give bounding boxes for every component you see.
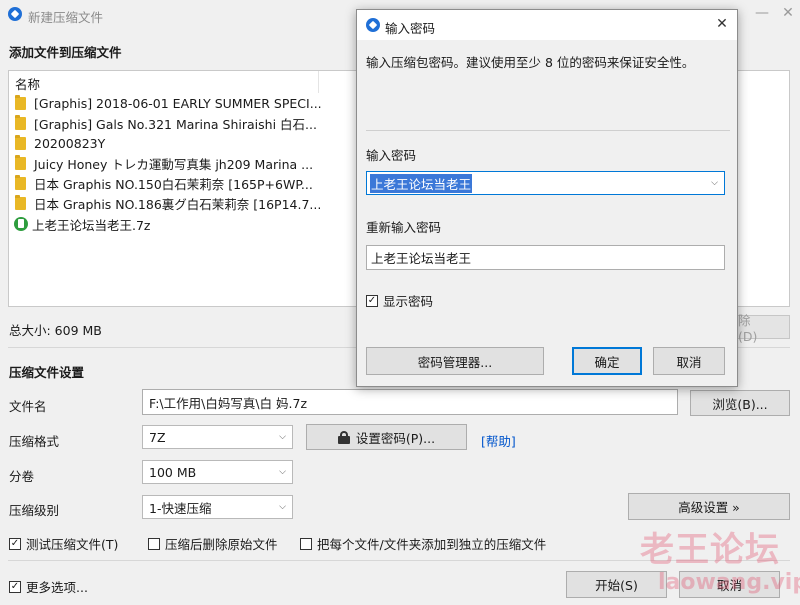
browse-button[interactable]: 浏览(B)... (690, 390, 790, 416)
watermark-title: 老王论坛 (640, 530, 780, 570)
more-options-label: 更多选项... (26, 580, 88, 595)
folder-icon (15, 134, 26, 150)
close-dialog-icon[interactable]: ✕ (712, 16, 732, 32)
filename-input[interactable]: F:\工作用\白妈写真\白 妈.7z (142, 389, 678, 415)
app-logo-icon (366, 18, 380, 32)
list-item-label: 日本 Graphis NO.186裏グ白石茉莉奈 [16P14.7... (34, 196, 322, 212)
list-item[interactable]: 日本 Graphis NO.186裏グ白石茉莉奈 [16P14.7... (15, 193, 321, 213)
list-item-label: [Graphis] 2018-06-01 EARLY SUMMER SPECI.… (34, 95, 322, 111)
checkbox-checked-icon: ✓ (9, 580, 21, 593)
checkbox-unchecked-icon (300, 537, 312, 550)
column-header-name[interactable]: 名称 (9, 71, 319, 93)
chevron-down-icon: ⌵ (279, 502, 286, 512)
add-files-heading: 添加文件到压缩文件 (9, 45, 122, 60)
dialog-title-bar: 输入密码 ✕ (357, 10, 737, 40)
chevron-down-icon[interactable]: ⌵ (711, 178, 718, 188)
app-logo-icon (8, 7, 22, 21)
format-select[interactable]: 7Z ⌵ (142, 425, 293, 449)
level-select-value: 1-快速压缩 (149, 500, 212, 516)
confirm-password-input[interactable]: 上老王论坛当老王 (366, 245, 725, 270)
ok-button[interactable]: 确定 (572, 347, 642, 375)
delete-button[interactable]: 除(D) (737, 313, 790, 344)
filename-label: 文件名 (9, 399, 47, 414)
split-select-value: 100 MB (149, 464, 197, 480)
folder-icon (15, 94, 26, 110)
total-size: 总大小: 609 MB (9, 323, 102, 338)
list-item-label: 20200823Y (34, 135, 106, 151)
split-select[interactable]: 100 MB ⌵ (142, 460, 293, 484)
minimize-icon[interactable]: — (752, 5, 772, 21)
dialog-description: 输入压缩包密码。建议使用至少 8 位的密码来保证安全性。 (366, 55, 695, 70)
delete-source-label: 压缩后删除原始文件 (165, 537, 278, 552)
dialog-divider (366, 130, 730, 131)
list-item-label: 日本 Graphis NO.150白石茉莉奈 [165P+6WP... (34, 176, 313, 192)
chevron-down-icon: ⌵ (279, 467, 286, 477)
help-link[interactable]: [帮助] (481, 431, 516, 450)
list-item-label: 上老王论坛当老王.7z (32, 217, 151, 233)
level-select[interactable]: 1-快速压缩 ⌵ (142, 495, 293, 519)
password-input-value: 上老王论坛当老王 (370, 173, 473, 193)
folder-icon (15, 154, 26, 170)
advanced-settings-button[interactable]: 高级设置 » (628, 493, 790, 520)
checkbox-unchecked-icon (148, 537, 160, 550)
test-archive-label: 测试压缩文件(T) (26, 537, 119, 552)
list-item-label: Juicy Honey トレカ運動写真集 jh209 Marina ... (34, 156, 314, 172)
list-item[interactable]: 日本 Graphis NO.150白石茉莉奈 [165P+6WP... (15, 173, 313, 193)
folder-icon (15, 114, 26, 130)
chevron-down-icon: ⌵ (279, 432, 286, 442)
password-manager-button[interactable]: 密码管理器... (366, 347, 544, 375)
set-password-button[interactable]: 设置密码(P)... (306, 424, 467, 450)
dialog-title: 输入密码 (385, 21, 436, 36)
window-title: 新建压缩文件 (28, 10, 104, 25)
test-archive-checkbox[interactable]: ✓ 测试压缩文件(T) (9, 534, 118, 553)
more-options-checkbox[interactable]: ✓ 更多选项... (9, 577, 88, 596)
password-input[interactable]: 上老王论坛当老王 ⌵ (366, 171, 725, 195)
delete-source-checkbox[interactable]: 压缩后删除原始文件 (148, 534, 278, 553)
confirm-password-label: 重新输入密码 (366, 220, 442, 235)
list-item[interactable]: [Graphis] 2018-06-01 EARLY SUMMER SPECI.… (15, 93, 322, 113)
dialog-body: 输入压缩包密码。建议使用至少 8 位的密码来保证安全性。 输入密码 上老王论坛当… (357, 40, 737, 386)
list-item[interactable]: 20200823Y (15, 133, 105, 153)
password-dialog: 输入密码 ✕ 输入压缩包密码。建议使用至少 8 位的密码来保证安全性。 输入密码… (356, 9, 738, 387)
folder-icon (15, 174, 26, 190)
format-label: 压缩格式 (9, 434, 60, 449)
list-item[interactable]: Juicy Honey トレカ運動写真集 jh209 Marina ... (15, 153, 313, 173)
format-select-value: 7Z (149, 429, 166, 445)
list-item[interactable]: 上老王论坛当老王.7z (14, 214, 151, 234)
watermark: 老王论坛 laowang.vip (640, 522, 800, 605)
list-item[interactable]: [Graphis] Gals No.321 Marina Shiraishi 白… (15, 113, 317, 133)
close-window-icon[interactable]: ✕ (778, 5, 798, 21)
show-password-label: 显示密码 (383, 294, 434, 309)
separate-archives-checkbox[interactable]: 把每个文件/文件夹添加到独立的压缩文件 (300, 534, 546, 553)
password-label: 输入密码 (366, 148, 417, 163)
level-label: 压缩级别 (9, 503, 60, 518)
checkbox-checked-icon: ✓ (366, 294, 378, 307)
show-password-checkbox[interactable]: ✓ 显示密码 (366, 291, 433, 310)
lock-icon (337, 431, 350, 444)
archive-icon (14, 217, 28, 231)
watermark-url: laowang.vip (658, 570, 800, 595)
folder-icon (15, 194, 26, 210)
set-password-label: 设置密码(P)... (355, 430, 436, 446)
separate-archives-label: 把每个文件/文件夹添加到独立的压缩文件 (317, 537, 547, 552)
dialog-cancel-button[interactable]: 取消 (653, 347, 725, 375)
list-item-label: [Graphis] Gals No.321 Marina Shiraishi 白… (34, 116, 317, 132)
settings-heading: 压缩文件设置 (9, 365, 85, 380)
split-label: 分卷 (9, 469, 35, 484)
checkbox-checked-icon: ✓ (9, 537, 21, 550)
